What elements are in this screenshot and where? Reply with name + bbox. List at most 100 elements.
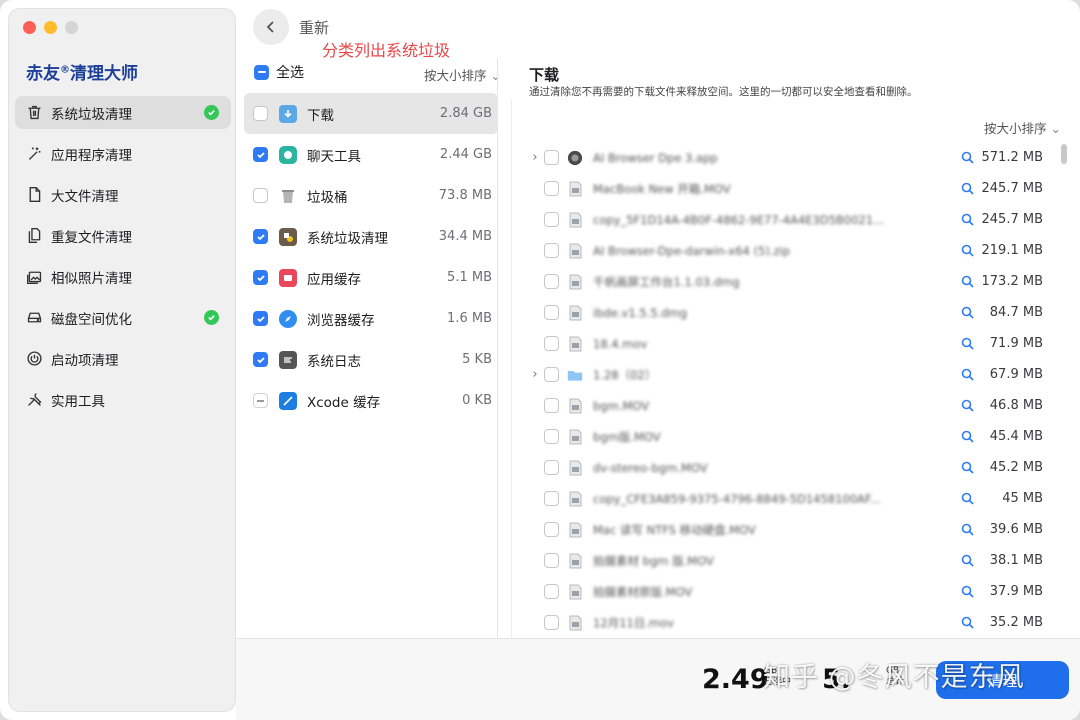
category-size: 1.6 MB xyxy=(447,311,492,326)
file-name: bgm.MOV xyxy=(593,398,650,413)
disclosure-chevron-icon[interactable]: › xyxy=(526,367,544,382)
detail-sort-dropdown[interactable]: 按大小排序 ⌄ xyxy=(984,118,1061,137)
file-row[interactable]: Mac 读写 NTFS 移动硬盘.MOV 39.6 MB xyxy=(526,514,1056,545)
sidebar-item-app-cleanup[interactable]: 应用程序清理 xyxy=(15,137,231,170)
category-checkbox[interactable] xyxy=(253,352,268,367)
category-item-chat-tools[interactable]: 聊天工具 2.44 GB xyxy=(244,134,498,175)
minimize-window-button[interactable] xyxy=(44,21,57,34)
category-checkbox[interactable] xyxy=(253,188,268,203)
sidebar-item-utilities[interactable]: 实用工具 xyxy=(15,383,231,416)
sidebar-item-label: 重复文件清理 xyxy=(51,229,132,246)
photos-icon xyxy=(25,268,43,286)
file-checkbox[interactable] xyxy=(544,522,559,537)
file-checkbox[interactable] xyxy=(544,212,559,227)
file-checkbox[interactable] xyxy=(544,150,559,165)
file-row[interactable]: bgm.MOV 46.8 MB xyxy=(526,390,1056,421)
file-row[interactable]: AI Browser-Dpe-darwin-x64 (5).zip 219.1 M… xyxy=(526,235,1056,266)
trash-bin-icon xyxy=(279,187,297,205)
file-checkbox[interactable] xyxy=(544,491,559,506)
sidebar-item-system-junk[interactable]: 系统垃圾清理 xyxy=(15,96,231,129)
search-icon[interactable] xyxy=(961,492,974,505)
search-icon[interactable] xyxy=(961,213,974,226)
category-item-system-logs[interactable]: 系统日志 5 KB xyxy=(244,339,498,380)
close-window-button[interactable] xyxy=(23,21,36,34)
sidebar-item-label: 实用工具 xyxy=(51,393,105,410)
sort-dropdown[interactable]: 按大小排序 ⌄ xyxy=(424,65,501,84)
file-checkbox[interactable] xyxy=(544,274,559,289)
file-row[interactable]: dv-stereo-bgm.MOV 45.2 MB xyxy=(526,452,1056,483)
file-name: copy_CFE3A859-9375-4796-8849-5D1458100AF… xyxy=(593,491,881,506)
file-row[interactable]: ibde.v1.5.5.dmg 84.7 MB xyxy=(526,297,1056,328)
file-row[interactable]: 18.4.mov 71.9 MB xyxy=(526,328,1056,359)
file-checkbox[interactable] xyxy=(544,460,559,475)
category-checkbox[interactable] xyxy=(253,147,268,162)
file-checkbox[interactable] xyxy=(544,584,559,599)
file-size: 45 MB xyxy=(1002,491,1043,506)
search-icon[interactable] xyxy=(961,182,974,195)
select-all-checkbox[interactable] xyxy=(254,64,269,80)
category-size: 34.4 MB xyxy=(438,229,492,244)
category-checkbox[interactable] xyxy=(253,229,268,244)
file-row[interactable]: 12月11日.mov 35.2 MB xyxy=(526,607,1056,638)
rescan-button[interactable]: 重新 xyxy=(299,17,329,38)
file-size: 67.9 MB xyxy=(989,367,1043,382)
category-item-trash[interactable]: 垃圾桶 73.8 MB xyxy=(244,175,498,216)
file-row[interactable]: copy_CFE3A859-9375-4796-8849-5D1458100AF… xyxy=(526,483,1056,514)
search-icon[interactable] xyxy=(961,430,974,443)
file-checkbox[interactable] xyxy=(544,615,559,630)
file-checkbox[interactable] xyxy=(544,336,559,351)
category-checkbox[interactable] xyxy=(253,270,268,285)
disclosure-chevron-icon[interactable]: › xyxy=(526,150,544,165)
file-row[interactable]: › AI Browser Dpe 3.app 571.2 MB xyxy=(526,142,1056,173)
file-checkbox[interactable] xyxy=(544,398,559,413)
search-icon[interactable] xyxy=(961,337,974,350)
brand-name: 赤友 xyxy=(26,64,60,84)
search-icon[interactable] xyxy=(961,244,974,257)
category-checkbox[interactable] xyxy=(253,106,268,121)
category-item-browser-cache[interactable]: 浏览器缓存 1.6 MB xyxy=(244,298,498,339)
search-icon[interactable] xyxy=(961,306,974,319)
search-icon[interactable] xyxy=(961,275,974,288)
file-row[interactable]: MacBook New 开箱.MOV 245.7 MB xyxy=(526,173,1056,204)
magic-wand-icon xyxy=(25,145,43,163)
select-all-toggle[interactable]: 全选 xyxy=(254,62,304,82)
file-checkbox[interactable] xyxy=(544,429,559,444)
file-row[interactable]: 千帆画屏工作台1.1.03.dmg 173.2 MB xyxy=(526,266,1056,297)
file-name: 1.28（02） xyxy=(593,367,657,382)
scrollbar[interactable] xyxy=(1060,142,1068,638)
sidebar-item-similar-photos[interactable]: 相似照片清理 xyxy=(15,260,231,293)
file-checkbox[interactable] xyxy=(544,367,559,382)
category-item-system-junk[interactable]: 系统垃圾清理 34.4 MB xyxy=(244,216,498,257)
search-icon[interactable] xyxy=(961,151,974,164)
file-row[interactable]: bgm版.MOV 45.4 MB xyxy=(526,421,1056,452)
scrollbar-thumb[interactable] xyxy=(1061,144,1067,164)
file-row[interactable]: 拍摄素材原版.MOV 37.9 MB xyxy=(526,576,1056,607)
file-row[interactable]: 拍摄素材 bgm 版.MOV 38.1 MB xyxy=(526,545,1056,576)
category-checkbox[interactable] xyxy=(253,393,268,408)
search-icon[interactable] xyxy=(961,616,974,629)
sidebar-item-startup-items[interactable]: 启动项清理 xyxy=(15,342,231,375)
sidebar-item-large-files[interactable]: 大文件清理 xyxy=(15,178,231,211)
category-item-downloads[interactable]: 下载 2.84 GB xyxy=(244,93,498,134)
chevron-down-icon: ⌄ xyxy=(490,68,501,83)
file-checkbox[interactable] xyxy=(544,181,559,196)
search-icon[interactable] xyxy=(961,523,974,536)
category-checkbox[interactable] xyxy=(253,311,268,326)
file-icon xyxy=(567,273,583,291)
search-icon[interactable] xyxy=(961,461,974,474)
category-item-xcode-cache[interactable]: Xcode 缓存 0 KB xyxy=(244,380,498,421)
file-checkbox[interactable] xyxy=(544,243,559,258)
file-checkbox[interactable] xyxy=(544,553,559,568)
zoom-window-button[interactable] xyxy=(65,21,78,34)
search-icon[interactable] xyxy=(961,399,974,412)
back-button[interactable] xyxy=(253,9,289,45)
file-row[interactable]: copy_5F1D14A-4B0F-4862-9E77-4A4E3D5B0021… xyxy=(526,204,1056,235)
file-row[interactable]: › 1.28（02） 67.9 MB xyxy=(526,359,1056,390)
file-checkbox[interactable] xyxy=(544,305,559,320)
search-icon[interactable] xyxy=(961,585,974,598)
sidebar-item-duplicate-files[interactable]: 重复文件清理 xyxy=(15,219,231,252)
category-item-app-cache[interactable]: 应用缓存 5.1 MB xyxy=(244,257,498,298)
search-icon[interactable] xyxy=(961,368,974,381)
search-icon[interactable] xyxy=(961,554,974,567)
sidebar-item-disk-optimization[interactable]: 磁盘空间优化 xyxy=(15,301,231,334)
